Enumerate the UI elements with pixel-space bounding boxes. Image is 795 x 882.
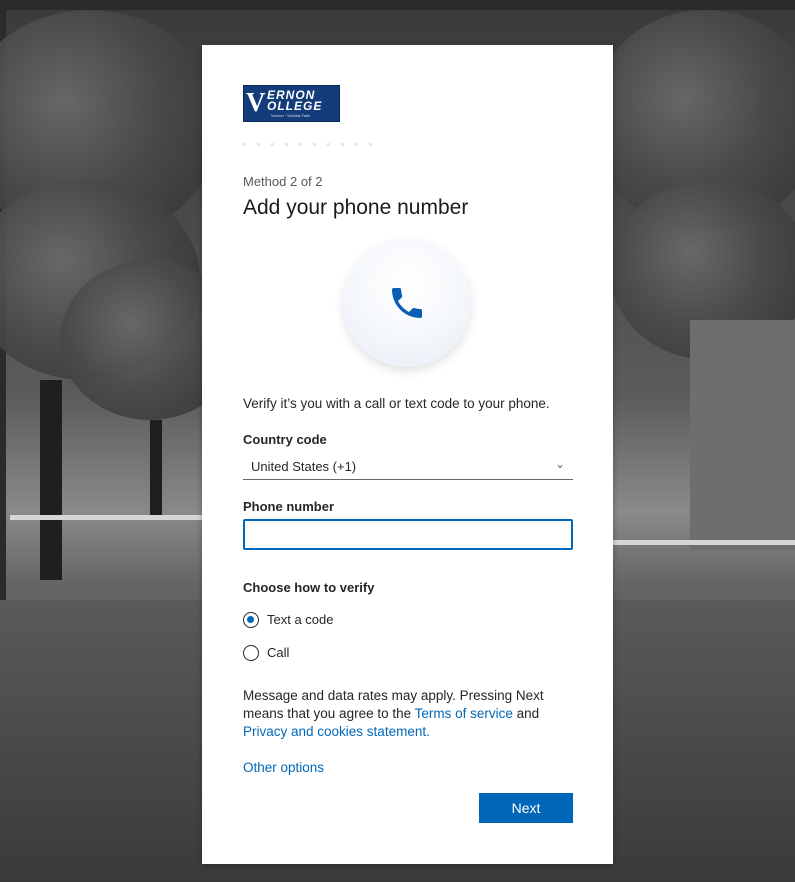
signin-card: V ERNON OLLEGE Vernon · Wichita Falls Me… <box>202 45 613 864</box>
country-code-select[interactable]: United States (+1) ⌄ <box>243 455 573 480</box>
next-button[interactable]: Next <box>479 793 573 823</box>
page-title: Add your phone number <box>243 196 469 219</box>
phone-icon <box>392 288 422 318</box>
vernon-college-logo: V ERNON OLLEGE Vernon · Wichita Falls <box>243 85 340 122</box>
legal-notice: Message and data rates may apply. Pressi… <box>243 688 544 739</box>
method-step: Method 2 of 2 <box>243 174 323 189</box>
radio-selected-icon[interactable] <box>243 612 259 628</box>
phone-illustration <box>343 239 471 367</box>
other-options-link[interactable]: Other options <box>243 760 324 775</box>
chevron-down-icon: ⌄ <box>554 457 565 471</box>
phone-number-label: Phone number <box>243 499 335 514</box>
country-code-label: Country code <box>243 432 327 447</box>
phone-number-input[interactable] <box>243 519 573 550</box>
privacy-statement-link[interactable]: Privacy and cookies statement. <box>243 724 430 739</box>
radio-unselected-icon[interactable] <box>243 645 259 661</box>
terms-of-service-link[interactable]: Terms of service <box>415 706 513 721</box>
faint-divider <box>243 143 383 146</box>
description: Verify it’s you with a call or text code… <box>243 396 550 411</box>
country-code-value: United States (+1) <box>251 459 357 474</box>
verify-method-label: Choose how to verify <box>243 580 375 595</box>
